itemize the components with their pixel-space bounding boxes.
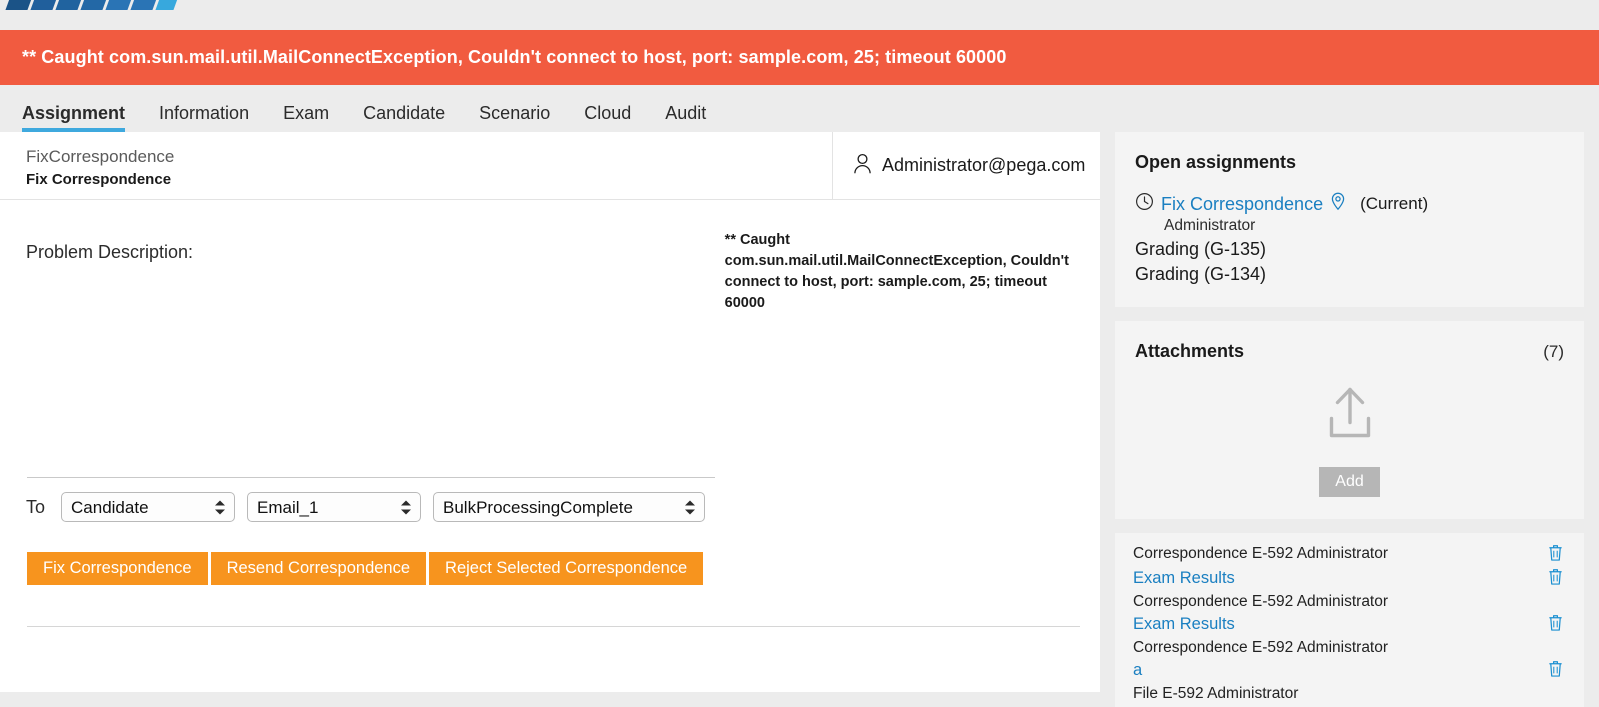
attachment-meta: Correspondence E-592 Administrator [1133,639,1389,656]
problem-description-value: ** Caught com.sun.mail.util.MailConnectE… [724,232,1069,312]
open-assignments-title: Open assignments [1135,152,1297,172]
tab-audit[interactable]: Audit [665,104,728,132]
to-label: To [26,496,46,517]
attachment-link[interactable]: a [1133,659,1142,682]
list-item: Correspondence E-592 Administrator [1133,543,1564,567]
error-banner-text: ** Caught com.sun.mail.util.MailConnectE… [22,47,1007,67]
assignment-item-grading-134[interactable]: Grading (G-134) [1135,264,1564,285]
tab-label: Candidate [363,103,446,123]
list-item: File E-592 Administrator [1133,683,1564,705]
tab-label: Audit [665,103,707,123]
fix-correspondence-button[interactable]: Fix Correspondence [27,552,208,585]
divider-bottom [27,626,1080,627]
attachment-meta: Correspondence E-592 Administrator [1133,593,1389,610]
open-assignments-card: Open assignments Fix Correspondence (Cur… [1115,132,1584,307]
tab-scenario[interactable]: Scenario [479,104,572,132]
resend-correspondence-button[interactable]: Resend Correspondence [210,552,427,585]
assignment-panel: FixCorrespondence Fix Correspondence Adm… [0,132,1100,692]
page-title: Fix Correspondence [26,170,172,188]
tab-information[interactable]: Information [159,104,271,132]
attachment-meta: Correspondence E-592 Administrator [1133,545,1389,562]
assignment-subtitle: FixCorrespondence [26,147,175,166]
trash-icon[interactable] [1547,543,1564,567]
email-template-select-wrap: Email_1 [247,492,422,522]
error-banner: ** Caught com.sun.mail.util.MailConnectE… [0,30,1599,85]
pega-logo [5,0,179,10]
list-item: Correspondence E-592 Administrator [1133,637,1564,659]
correspondence-select[interactable]: BulkProcessingComplete [433,492,706,522]
location-pin-icon [1330,192,1346,216]
add-attachment-button[interactable]: Add [1319,467,1380,497]
tab-label: Cloud [584,103,632,123]
recipient-select-wrap: Candidate [61,492,236,522]
problem-description-label: Problem Description: [26,242,194,262]
problem-description-row: Problem Description: ** Caught com.sun.m… [0,200,1100,314]
page-body: FixCorrespondence Fix Correspondence Adm… [0,132,1599,707]
list-item: Exam Results [1133,613,1564,637]
trash-icon[interactable] [1547,567,1564,591]
logo-bar [0,0,1599,30]
tab-label: Assignment [22,103,126,123]
to-row: To Candidate Email_1 BulkProcessingCompl… [26,492,706,522]
tab-bar: Assignment Information Exam Candidate Sc… [0,85,1599,132]
current-assignment-row: Fix Correspondence (Current) [1135,192,1564,216]
attachments-count: (7) [1543,342,1564,361]
tab-candidate[interactable]: Candidate [363,104,467,132]
divider-top [27,477,715,478]
tab-label: Information [159,103,250,123]
current-assignment-link[interactable]: Fix Correspondence [1161,194,1323,215]
attachments-card: Attachments (7) Add [1115,321,1584,519]
tab-label: Scenario [479,103,551,123]
correspondence-select-wrap: BulkProcessingComplete [433,492,706,522]
attachment-link[interactable]: Exam Results [1133,567,1235,590]
list-item: Exam Results [1133,567,1564,591]
tab-cloud[interactable]: Cloud [584,104,653,132]
current-assignment-suffix: (Current) [1360,194,1429,213]
list-item: a [1133,659,1564,683]
assignment-item-grading-135[interactable]: Grading (G-135) [1135,239,1564,260]
assignment-header-right: Administrator@pega.com [833,132,1100,199]
tab-label: Exam [283,103,330,123]
attachments-list: Correspondence E-592 Administrator Exam … [1115,533,1584,707]
current-assignment-owner: Administrator [1164,217,1256,234]
email-template-select[interactable]: Email_1 [247,492,422,522]
attachment-link[interactable]: Exam Results [1133,613,1235,636]
assignment-header: FixCorrespondence Fix Correspondence Adm… [0,132,1100,200]
reject-selected-correspondence-button[interactable]: Reject Selected Correspondence [429,552,704,585]
clock-icon [1135,192,1154,216]
attachment-meta: File E-592 Administrator [1133,685,1299,702]
person-icon [853,153,872,179]
tab-assignment[interactable]: Assignment [22,104,147,132]
upload-dropzone[interactable]: Add [1135,362,1564,497]
attachments-header: Attachments (7) [1135,341,1564,362]
action-button-row: Fix Correspondence Resend Correspondence… [27,552,704,585]
upload-icon [1321,387,1379,444]
user-email: Administrator@pega.com [882,155,1086,175]
tab-exam[interactable]: Exam [283,104,351,132]
attachments-title: Attachments [1135,341,1245,361]
assignment-header-left: FixCorrespondence Fix Correspondence [0,132,833,199]
list-item: Correspondence E-592 Administrator [1133,591,1564,613]
trash-icon[interactable] [1547,613,1564,637]
trash-icon[interactable] [1547,659,1564,683]
right-sidebar: Open assignments Fix Correspondence (Cur… [1115,132,1584,707]
recipient-select[interactable]: Candidate [61,492,236,522]
